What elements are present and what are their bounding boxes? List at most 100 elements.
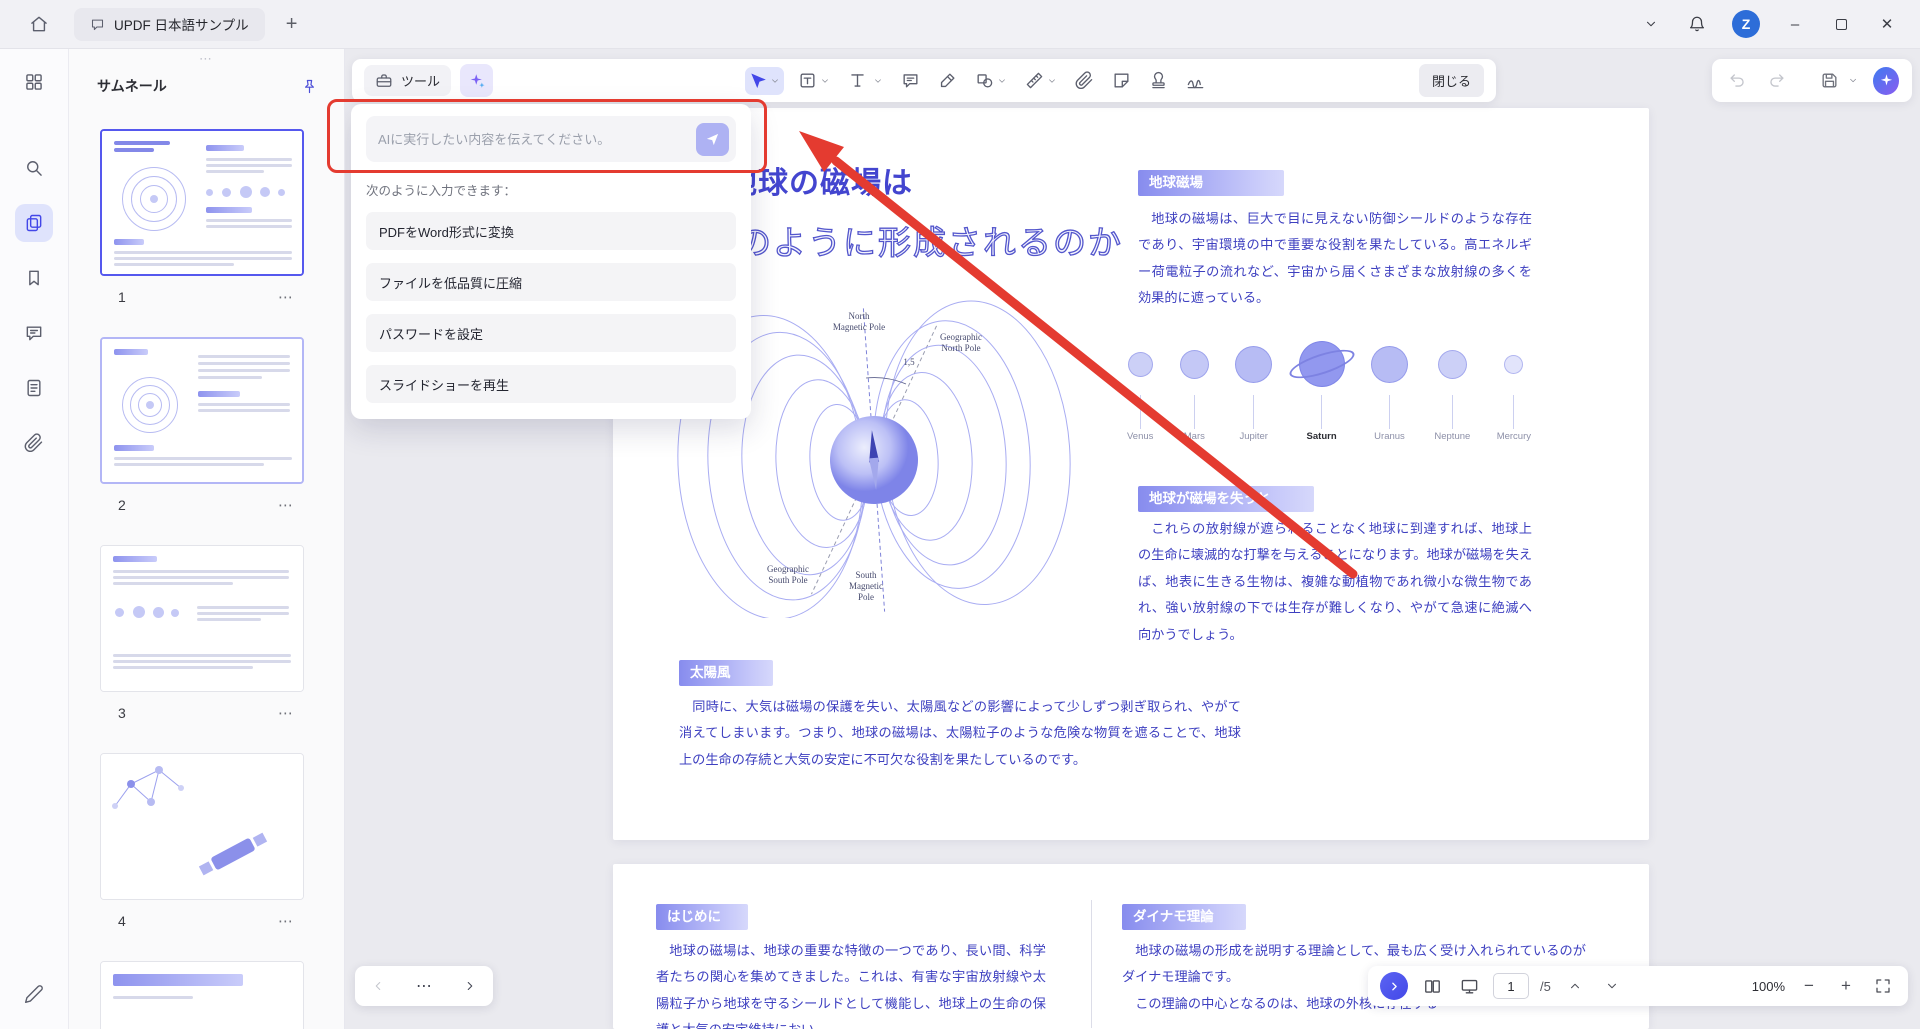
- titlebar-chevron-button[interactable]: [1640, 13, 1662, 35]
- ai-suggestion-slideshow[interactable]: スライドショーを再生: [366, 365, 736, 403]
- pager-more-button[interactable]: ⋯: [411, 973, 437, 999]
- pager-next-button[interactable]: [457, 973, 483, 999]
- shapes-tool[interactable]: [971, 66, 1011, 95]
- text-tool[interactable]: [844, 66, 887, 95]
- thumbnail-list: 1 ⋯ 2 ⋯ 3 ⋯ 4 ⋯: [69, 103, 344, 1029]
- planet-label: Saturn: [1306, 431, 1337, 442]
- thumbnail-preview: [102, 131, 302, 274]
- pin-icon: [305, 79, 314, 93]
- two-page-view-button[interactable]: [1419, 973, 1445, 999]
- thumbnail-panel-header: サムネール: [69, 69, 344, 103]
- notifications-button[interactable]: [1686, 13, 1708, 35]
- edit-text-icon: [800, 73, 815, 88]
- sidebar-item-apps[interactable]: [15, 63, 53, 101]
- titlebar: UPDF 日本語サンプル + Z – ✕: [0, 0, 1920, 49]
- page-total-label: /5: [1540, 978, 1551, 994]
- planet-jupiter: Jupiter: [1235, 333, 1273, 445]
- ai-send-button[interactable]: [696, 122, 729, 156]
- marker-pen-icon: [940, 73, 955, 88]
- ai-assistant-button[interactable]: [460, 64, 494, 97]
- ai-prompt-input[interactable]: [378, 131, 696, 147]
- next-page-button[interactable]: [1599, 973, 1625, 999]
- page-thumbnail-5[interactable]: [100, 961, 304, 1029]
- left-rail: [0, 49, 69, 1029]
- zoom-level-label[interactable]: 100%: [1752, 979, 1785, 994]
- sticker-tool[interactable]: [1108, 66, 1135, 95]
- maximize-button[interactable]: [1830, 13, 1852, 35]
- thumbnail-item-5: 5 ⋯: [100, 961, 304, 1029]
- save-button[interactable]: [1817, 68, 1841, 94]
- new-tab-button[interactable]: +: [279, 11, 305, 37]
- chevron-right-icon: [467, 981, 473, 991]
- redo-button[interactable]: [1764, 68, 1788, 94]
- sidebar-item-search[interactable]: [15, 149, 53, 187]
- thumbnail-item-4: 4 ⋯: [100, 753, 304, 936]
- planet-uranus: Uranus: [1370, 333, 1408, 445]
- ai-suggestion-password[interactable]: パスワードを設定: [366, 314, 736, 352]
- tools-button[interactable]: ツール: [364, 65, 452, 96]
- minimize-button[interactable]: –: [1784, 13, 1806, 35]
- presentation-view-button[interactable]: [1456, 973, 1482, 999]
- ai-suggestion-compress[interactable]: ファイルを低品質に圧縮: [366, 263, 736, 301]
- sidebar-item-outline[interactable]: [15, 369, 53, 407]
- paragraph-lose-field: これらの放射線が遮られることなく地球に到達すれば、地球上の生命に壊滅的な打撃を与…: [1138, 521, 1532, 642]
- undo-button[interactable]: [1725, 68, 1749, 94]
- select-tool[interactable]: [745, 66, 785, 95]
- home-button[interactable]: [22, 7, 56, 41]
- page-thumbnail-4[interactable]: [100, 753, 304, 900]
- expand-controls-button[interactable]: [1380, 972, 1408, 1000]
- panel-drag-handle[interactable]: ⋯: [69, 49, 344, 69]
- thumbnail-preview: [101, 546, 303, 691]
- paragraph-earth-field: 地球の磁場は、巨大で目に見えない防御シールドのような存在であり、宇宙環境の中で重…: [1138, 211, 1532, 306]
- doc-title-line2: どのように形成されるのか: [702, 225, 1123, 262]
- main-toolbar: ツール 閉じる: [352, 59, 1496, 102]
- measure-tool[interactable]: [1021, 66, 1061, 95]
- comment-tool[interactable]: [897, 66, 924, 95]
- chevron-down-icon[interactable]: [1848, 75, 1858, 86]
- section-badge-dynamo: ダイナモ理論: [1122, 904, 1246, 930]
- zoom-in-button[interactable]: +: [1833, 973, 1859, 999]
- page-more-button[interactable]: ⋯: [278, 704, 294, 722]
- page-number: 4: [118, 913, 126, 929]
- sidebar-item-ink-pen[interactable]: [15, 975, 53, 1013]
- ruler-icon: [1026, 72, 1043, 89]
- pin-panel-button[interactable]: [301, 78, 318, 95]
- sidebar-item-comments[interactable]: [15, 314, 53, 352]
- page-number-input[interactable]: [1493, 973, 1529, 999]
- zoom-out-button[interactable]: −: [1796, 973, 1822, 999]
- pager-prev-button[interactable]: [365, 973, 391, 999]
- page-more-button[interactable]: ⋯: [278, 496, 294, 514]
- sidebar-item-attachments[interactable]: [15, 424, 53, 462]
- ai-assistant-popup: 次のように入力できます： PDFをWord形式に変換 ファイルを低品質に圧縮 パ…: [351, 104, 751, 419]
- chevron-up-icon: [1570, 983, 1579, 989]
- page-thumbnail-3[interactable]: [100, 545, 304, 692]
- document-tab[interactable]: UPDF 日本語サンプル: [74, 7, 265, 41]
- page-thumbnail-2[interactable]: [100, 337, 304, 484]
- signature-tool[interactable]: [1182, 66, 1209, 95]
- highlighter-tool[interactable]: [934, 66, 961, 95]
- edit-tool[interactable]: [794, 66, 834, 95]
- sparkle-icon: [470, 73, 485, 88]
- attach-file-tool[interactable]: [1071, 66, 1098, 95]
- close-window-button[interactable]: ✕: [1876, 13, 1898, 35]
- stamp-tool[interactable]: [1145, 66, 1172, 95]
- page-thumbnail-1[interactable]: [100, 129, 304, 276]
- fit-screen-button[interactable]: [1870, 973, 1896, 999]
- sidebar-item-bookmarks[interactable]: [15, 259, 53, 297]
- previous-page-button[interactable]: [1562, 973, 1588, 999]
- page-thumbnails-icon: [26, 214, 42, 232]
- tool-group: [745, 66, 1209, 95]
- redo-icon: [1769, 74, 1784, 87]
- quick-actions-toolbar: [1712, 59, 1912, 102]
- text-icon: [851, 74, 864, 87]
- page-more-button[interactable]: ⋯: [278, 912, 294, 930]
- close-toolbar-button[interactable]: 閉じる: [1418, 64, 1484, 97]
- sidebar-item-thumbnails[interactable]: [15, 204, 53, 242]
- ai-sparkle-icon: [1880, 74, 1892, 86]
- chevron-down-icon: [1049, 78, 1055, 83]
- page-more-button[interactable]: ⋯: [278, 288, 294, 306]
- updf-ai-button[interactable]: [1873, 66, 1899, 95]
- ai-suggestion-convert-word[interactable]: PDFをWord形式に変換: [366, 212, 736, 250]
- planet-label: Neptune: [1434, 431, 1471, 442]
- avatar[interactable]: Z: [1732, 10, 1760, 38]
